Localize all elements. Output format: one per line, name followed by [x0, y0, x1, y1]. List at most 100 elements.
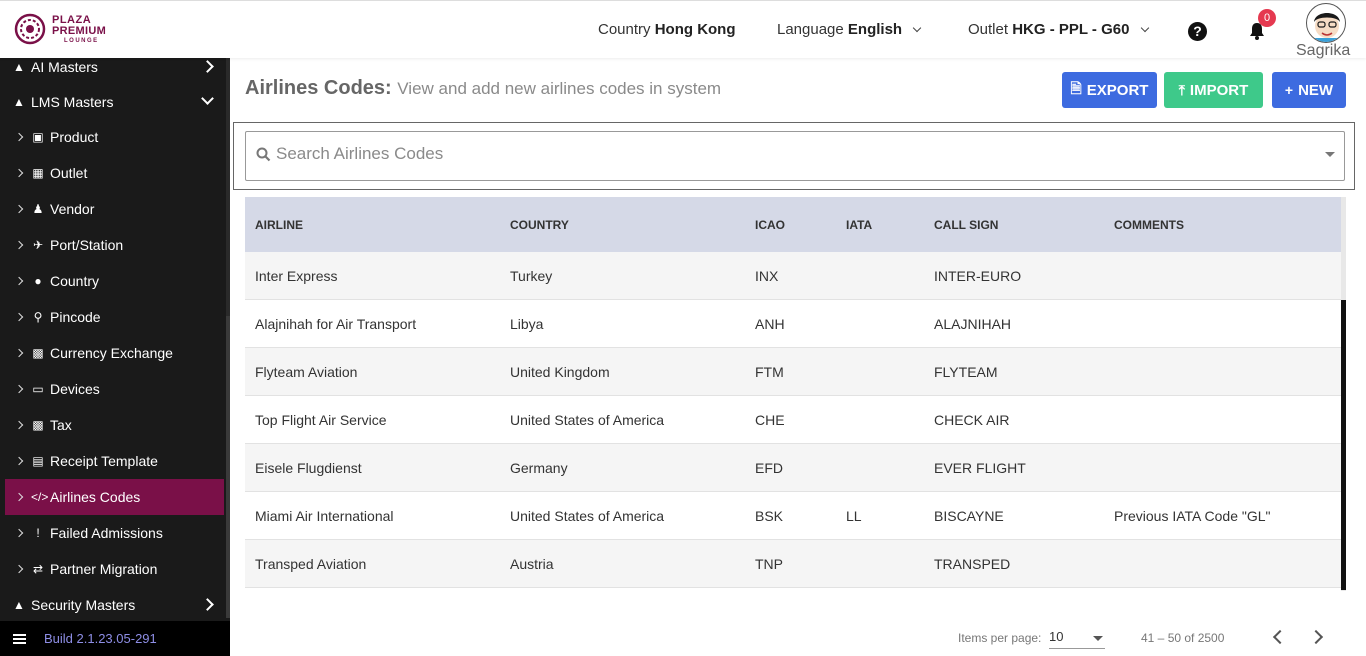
sidebar-item-port-station[interactable]: ✈ Port/Station — [0, 227, 224, 263]
brand-name: PLAZA PREMIUM LOUNGE — [52, 13, 106, 44]
plane-icon: ✈ — [32, 238, 44, 252]
list-icon: ▤ — [32, 454, 44, 468]
airlines-table: AIRLINE COUNTRY ICAO IATA CALL SIGN COMM… — [245, 197, 1341, 588]
caret-right-icon — [14, 492, 24, 502]
table-row[interactable]: Inter Express Turkey INX INTER-EURO — [245, 252, 1341, 300]
chevron-right-icon — [201, 60, 214, 73]
money-icon: ▩ — [32, 346, 44, 360]
column-header-comments[interactable]: COMMENTS — [1114, 218, 1184, 232]
file-pdf-icon: 🗎 — [1070, 80, 1082, 96]
column-header-call-sign[interactable]: CALL SIGN — [934, 218, 998, 232]
map-marker-icon: ⚲ — [33, 310, 43, 324]
sidebar-item-label: Receipt Template — [50, 453, 158, 469]
avatar[interactable] — [1306, 3, 1346, 43]
sidebar-item-tax[interactable]: ▩ Tax — [0, 407, 224, 443]
sidebar-item-failed-admissions[interactable]: ! Failed Admissions — [0, 515, 224, 551]
sidebar-item-vendor[interactable]: ♟ Vendor — [0, 191, 224, 227]
chevron-down-icon — [201, 92, 214, 105]
table-row[interactable]: Top Flight Air Service United States of A… — [245, 396, 1341, 444]
cell-call-sign: BISCAYNE — [934, 507, 1004, 524]
sidebar-item-receipt-template[interactable]: ▤ Receipt Template — [0, 443, 224, 479]
new-button[interactable]: + NEW — [1272, 72, 1346, 108]
menu-icon[interactable] — [13, 632, 26, 646]
caret-right-icon — [14, 564, 24, 574]
sidebar-item-label: Country — [50, 273, 100, 289]
sidebar-item-devices[interactable]: ▭ Devices — [0, 371, 224, 407]
cell-country: United States of America — [510, 507, 665, 524]
sidebar-item-label: Partner Migration — [50, 561, 158, 577]
build-version: Build 2.1.23.05-291 — [44, 631, 157, 646]
import-button[interactable]: ⤒ IMPORT — [1164, 72, 1263, 108]
username[interactable]: Sagrika — [1296, 42, 1350, 60]
table-row[interactable]: Miami Air International United States of … — [245, 492, 1341, 540]
money-icon: ▩ — [32, 418, 44, 432]
sidebar-item-pincode[interactable]: ⚲ Pincode — [0, 299, 224, 335]
sidebar-item-outlet[interactable]: ▦ Outlet — [0, 155, 224, 191]
table-row[interactable]: Transped Aviation Austria TNP TRANSPED — [245, 540, 1341, 588]
cell-icao: CHE — [755, 411, 785, 428]
help-icon[interactable]: ? — [1188, 22, 1207, 41]
caret-right-icon — [14, 348, 24, 358]
table-row[interactable]: Flyteam Aviation United Kingdom FTM FLYTEAM — [245, 348, 1341, 396]
cell-icao: ANH — [755, 315, 785, 332]
search-select[interactable] — [245, 131, 1345, 181]
cell-airline: Inter Express — [255, 267, 338, 284]
table-scrollbar-thumb[interactable] — [1341, 300, 1346, 590]
cell-icao: FTM — [755, 363, 784, 380]
items-per-page-select[interactable]: 10 — [1049, 629, 1105, 649]
brand-logo[interactable]: PLAZA PREMIUM LOUNGE — [14, 13, 106, 45]
globe-icon: ● — [34, 274, 42, 288]
sidebar-item-label: Airlines Codes — [50, 489, 141, 505]
table-row[interactable]: Alajnihah for Air Transport Libya ANH ALAJN… — [245, 300, 1341, 348]
items-per-page-value: 10 — [1049, 629, 1064, 644]
brand-line-1: PLAZA — [52, 13, 92, 26]
table-header: AIRLINE COUNTRY ICAO IATA CALL SIGN COMM… — [245, 197, 1341, 252]
sidebar: ▲ AI Masters ▲ LMS Masters ▣ Product ▦ O… — [0, 58, 230, 656]
brand-line-3: LOUNGE — [64, 37, 99, 44]
table-row[interactable]: Eisele Flugdienst Germany EFD EVER FLIGHT — [245, 444, 1341, 492]
country-value: Hong Kong — [654, 21, 736, 38]
sidebar-item-partner-migration[interactable]: ⇄ Partner Migration — [0, 551, 224, 587]
paginator: Items per page: 10 41 – 50 of 2500 — [230, 618, 1366, 656]
column-header-icao[interactable]: ICAO — [755, 218, 785, 232]
previous-page-button[interactable] — [1272, 629, 1288, 645]
sidebar-item-security-masters[interactable]: ▲ Security Masters — [0, 587, 224, 623]
cell-call-sign: FLYTEAM — [934, 363, 998, 380]
sitemap-icon: ▲ — [13, 95, 25, 109]
cell-airline: Miami Air International — [255, 507, 394, 524]
sidebar-item-currency-exchange[interactable]: ▩ Currency Exchange — [0, 335, 224, 371]
column-header-country[interactable]: COUNTRY — [510, 218, 569, 232]
search-container — [233, 122, 1355, 190]
dropdown-arrow-icon[interactable] — [1325, 152, 1335, 157]
cell-iata: LL — [846, 507, 862, 524]
cell-icao: INX — [755, 267, 779, 284]
sidebar-item-country[interactable]: ● Country — [0, 263, 224, 299]
sidebar-item-lms-masters[interactable]: ▲ LMS Masters — [0, 84, 224, 120]
sidebar-item-label: Security Masters — [31, 597, 136, 613]
import-label: IMPORT — [1189, 81, 1249, 99]
search-icon — [256, 147, 271, 162]
next-page-button[interactable] — [1308, 629, 1324, 645]
cell-call-sign: CHECK AIR — [934, 411, 1010, 428]
language-dropdown[interactable]: Language English — [777, 21, 922, 38]
outlet-dropdown[interactable]: Outlet HKG - PPL - G60 — [968, 21, 1149, 38]
page-subtitle: View and add new airlines codes in syste… — [397, 79, 722, 98]
building-icon: ▦ — [32, 166, 44, 180]
export-button[interactable]: 🗎 EXPORT — [1062, 72, 1157, 108]
caret-right-icon — [14, 132, 24, 142]
person-icon: ♟ — [32, 202, 44, 216]
sidebar-item-airlines-codes[interactable]: </> Airlines Codes — [5, 479, 224, 515]
top-bar: PLAZA PREMIUM LOUNGE Country Hong Kong L… — [0, 0, 1366, 60]
column-header-iata[interactable]: IATA — [846, 218, 872, 232]
laptop-icon: ▭ — [32, 382, 44, 396]
cell-icao: BSK — [755, 507, 784, 524]
cell-call-sign: EVER FLIGHT — [934, 459, 1026, 476]
search-input[interactable] — [276, 144, 1276, 164]
sidebar-item-product[interactable]: ▣ Product — [0, 119, 224, 155]
caret-right-icon — [14, 168, 24, 178]
new-label: NEW — [1298, 81, 1334, 99]
chevron-right-icon — [201, 598, 214, 611]
main-content: Airlines Codes: View and add new airline… — [230, 58, 1366, 656]
cell-airline: Flyteam Aviation — [255, 363, 358, 380]
column-header-airline[interactable]: AIRLINE — [255, 218, 303, 232]
